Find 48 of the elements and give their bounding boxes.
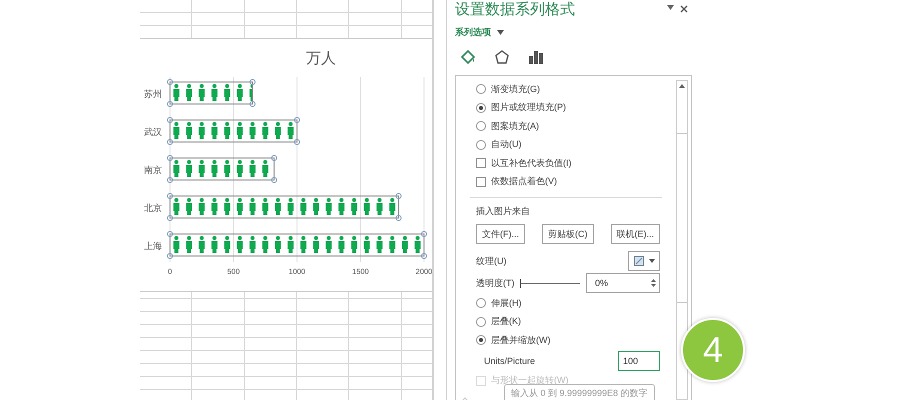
insert-button[interactable]: 剪贴板(C) — [542, 224, 594, 244]
units-label: Units/Picture — [483, 356, 536, 366]
spinner-arrows-icon[interactable] — [651, 278, 656, 288]
option-label: 层叠(K) — [491, 315, 521, 328]
transparency-label: 透明度(T) — [476, 276, 514, 290]
radio-button[interactable] — [476, 298, 486, 308]
dropdown-caret-icon[interactable] — [667, 5, 674, 10]
insert-button[interactable]: 联机(E)... — [610, 224, 660, 244]
option-label: 渐变填充(G) — [491, 82, 540, 96]
bar-chart-icon — [528, 49, 544, 65]
step-badge: 4 — [681, 318, 745, 382]
paint-bucket-icon — [460, 49, 476, 65]
section-label: 插入图片来自 — [476, 204, 530, 218]
chart-title: 万人 — [306, 48, 336, 68]
radio-button[interactable] — [476, 84, 486, 94]
option-label: 伸展(H) — [491, 296, 522, 310]
close-icon[interactable] — [680, 5, 688, 13]
tooltip: 输入从 0 到 9.99999999E8 的数字 — [504, 384, 655, 400]
option-label: 层叠并缩放(W) — [491, 334, 550, 347]
checkbox[interactable] — [476, 158, 486, 168]
insert-button[interactable]: 文件(F)... — [476, 224, 525, 244]
option-label: 自动(U) — [491, 138, 522, 152]
category-label: 武汉 — [144, 127, 162, 137]
option-label: 图案填充(A) — [491, 120, 539, 133]
option-label: 以互补色代表负值(I) — [491, 156, 572, 170]
section-dropdown[interactable]: 系列选项 — [455, 26, 491, 39]
category-label: 南京 — [144, 165, 162, 175]
checkbox[interactable] — [476, 176, 486, 187]
transparency-field[interactable]: 0% — [586, 273, 660, 293]
pentagon-icon — [494, 49, 510, 65]
texture-label: 纹理(U) — [476, 254, 506, 268]
option-label: 图片或纹理填充(P) — [491, 101, 566, 114]
units-field[interactable]: 100 — [618, 350, 660, 370]
radio-button[interactable] — [476, 102, 486, 113]
panel-title: 设置数据系列格式 — [455, 0, 575, 18]
caret-icon[interactable] — [497, 30, 504, 35]
scrollbar-thumb[interactable] — [677, 133, 687, 303]
texture-swatch-icon — [634, 256, 644, 266]
radio-button[interactable] — [476, 140, 486, 150]
radio-button[interactable] — [476, 121, 486, 132]
texture-dropdown[interactable] — [628, 251, 660, 271]
category-label: 苏州 — [144, 89, 162, 99]
option-label: 依数据点着色(V) — [491, 175, 557, 188]
radio-button[interactable] — [476, 316, 486, 327]
category-label: 上海 — [144, 241, 162, 251]
radio-button[interactable] — [476, 335, 486, 346]
category-label: 北京 — [144, 203, 162, 213]
caret-icon — [648, 259, 654, 263]
